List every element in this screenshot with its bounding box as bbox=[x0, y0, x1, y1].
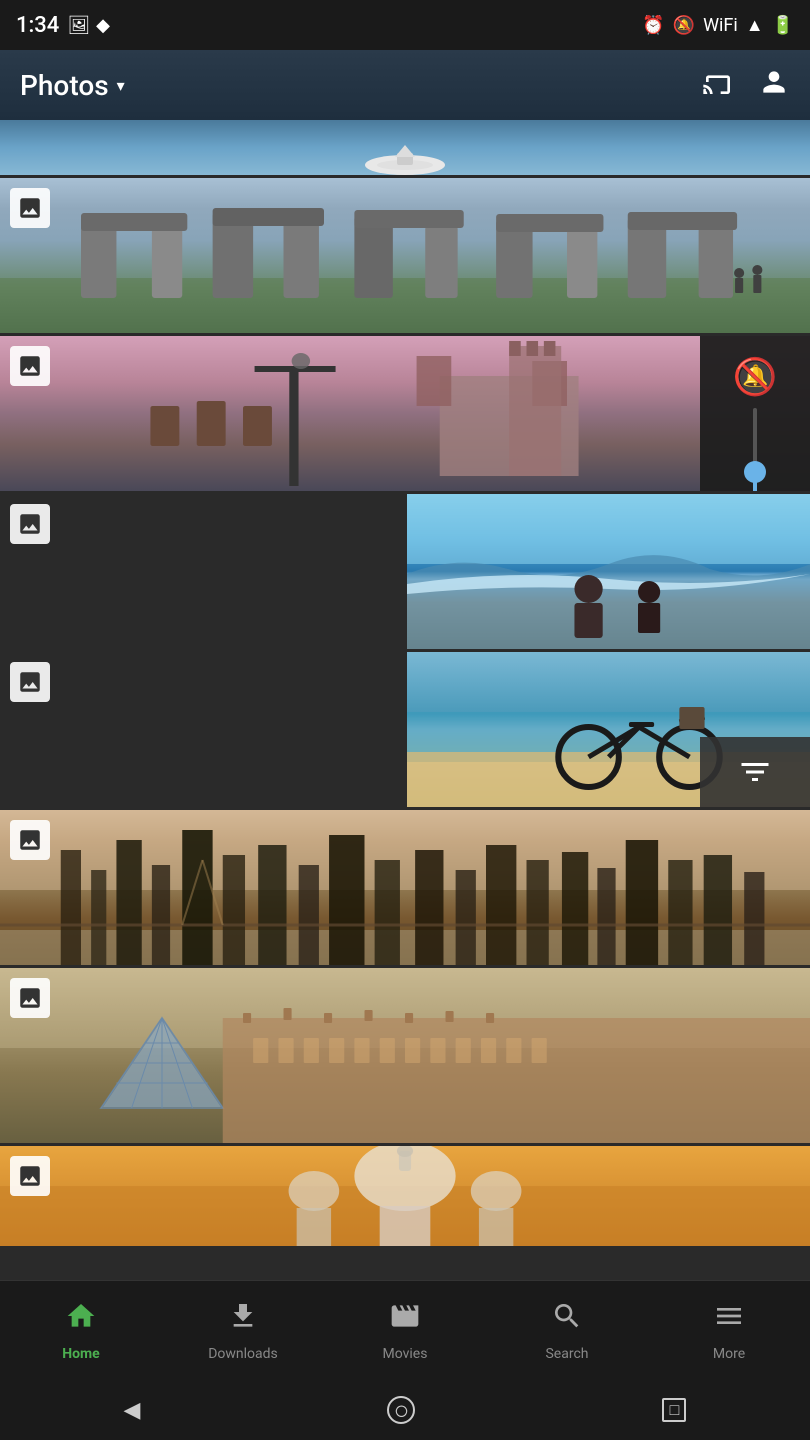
app-bar: Photos ▾ bbox=[0, 50, 810, 120]
beach-wave-bg bbox=[407, 494, 810, 649]
volume-overlay: 🔕 ♪ bbox=[700, 336, 810, 491]
app-title-group[interactable]: Photos ▾ bbox=[20, 69, 125, 102]
downloads-nav-label: Downloads bbox=[208, 1346, 278, 1362]
title-dropdown-icon[interactable]: ▾ bbox=[117, 76, 125, 95]
mute-icon[interactable]: 🔕 bbox=[733, 356, 778, 398]
photo-boat-partial[interactable] bbox=[0, 120, 810, 175]
photo-badge-city bbox=[10, 820, 50, 860]
castle-bg bbox=[0, 336, 810, 491]
photo-sacre-coeur[interactable] bbox=[0, 1146, 810, 1246]
volume-track[interactable] bbox=[753, 408, 757, 491]
downloads-nav-icon bbox=[227, 1300, 259, 1340]
photo-badge-louvre bbox=[10, 978, 50, 1018]
city-bg bbox=[0, 810, 810, 965]
boat-image bbox=[0, 120, 810, 175]
photo-beach-wave[interactable] bbox=[407, 494, 810, 649]
back-button[interactable]: ◀ bbox=[124, 1398, 141, 1423]
android-navigation-bar: ◀ ○ □ bbox=[0, 1380, 810, 1440]
photo-badge-bike-placeholder bbox=[10, 662, 50, 702]
placeholder-bg bbox=[0, 494, 404, 649]
movies-nav-label: Movies bbox=[383, 1346, 428, 1362]
more-nav-label: More bbox=[713, 1346, 745, 1362]
signal-icon: ▲ bbox=[746, 15, 764, 36]
photo-stonehenge[interactable] bbox=[0, 178, 810, 333]
home-button[interactable]: ○ bbox=[387, 1396, 415, 1424]
photo-badge-castle bbox=[10, 346, 50, 386]
photo-row-beach-left bbox=[0, 494, 810, 649]
app-bar-actions bbox=[702, 66, 790, 105]
notification-off-icon: 🔕 bbox=[673, 15, 695, 36]
stonehenge-bg bbox=[0, 178, 810, 333]
photo-beach-placeholder[interactable] bbox=[0, 494, 404, 649]
cast-icon[interactable] bbox=[702, 66, 734, 105]
photo-badge-stonehenge bbox=[10, 188, 50, 228]
nav-item-search[interactable]: Search bbox=[486, 1300, 648, 1362]
profile-icon[interactable] bbox=[758, 66, 790, 105]
photo-badge-sacre bbox=[10, 1156, 50, 1196]
app-title: Photos bbox=[20, 69, 109, 102]
photo-status-icon: 🖼 bbox=[67, 15, 90, 36]
volume-slider[interactable] bbox=[753, 398, 757, 491]
main-content: 🔕 ♪ bbox=[0, 120, 810, 1280]
photo-row-bike bbox=[0, 652, 810, 807]
nav-item-more[interactable]: More bbox=[648, 1300, 810, 1362]
diamond-status-icon: ◆ bbox=[96, 15, 110, 36]
recents-button[interactable]: □ bbox=[662, 1398, 686, 1422]
nav-item-home[interactable]: Home bbox=[0, 1300, 162, 1362]
battery-icon: 🔋 bbox=[772, 15, 794, 36]
home-nav-label: Home bbox=[62, 1346, 99, 1362]
wifi-icon: WiFi bbox=[703, 15, 738, 36]
photo-louvre[interactable] bbox=[0, 968, 810, 1143]
placeholder-bike-bg bbox=[0, 652, 404, 807]
bottom-navigation: Home Downloads Movies Search bbox=[0, 1280, 810, 1380]
nav-item-downloads[interactable]: Downloads bbox=[162, 1300, 324, 1362]
status-time: 1:34 bbox=[16, 13, 59, 38]
volume-thumb[interactable] bbox=[744, 461, 766, 483]
movies-nav-icon bbox=[389, 1300, 421, 1340]
sacre-bg bbox=[0, 1146, 810, 1246]
photo-castle[interactable]: 🔕 ♪ bbox=[0, 336, 810, 491]
search-nav-label: Search bbox=[545, 1346, 588, 1362]
louvre-bg bbox=[0, 968, 810, 1143]
photo-bike-placeholder[interactable] bbox=[0, 652, 404, 807]
photo-gallery: 🔕 ♪ bbox=[0, 120, 810, 1246]
more-nav-icon bbox=[713, 1300, 745, 1340]
nav-item-movies[interactable]: Movies bbox=[324, 1300, 486, 1362]
photo-badge-placeholder bbox=[10, 504, 50, 544]
photo-city[interactable] bbox=[0, 810, 810, 965]
status-bar: 1:34 🖼 ◆ ⏰ 🔕 WiFi ▲ 🔋 bbox=[0, 0, 810, 50]
search-nav-icon bbox=[551, 1300, 583, 1340]
alarm-icon: ⏰ bbox=[642, 15, 664, 36]
home-nav-icon bbox=[65, 1300, 97, 1340]
eq-button[interactable] bbox=[700, 737, 810, 807]
